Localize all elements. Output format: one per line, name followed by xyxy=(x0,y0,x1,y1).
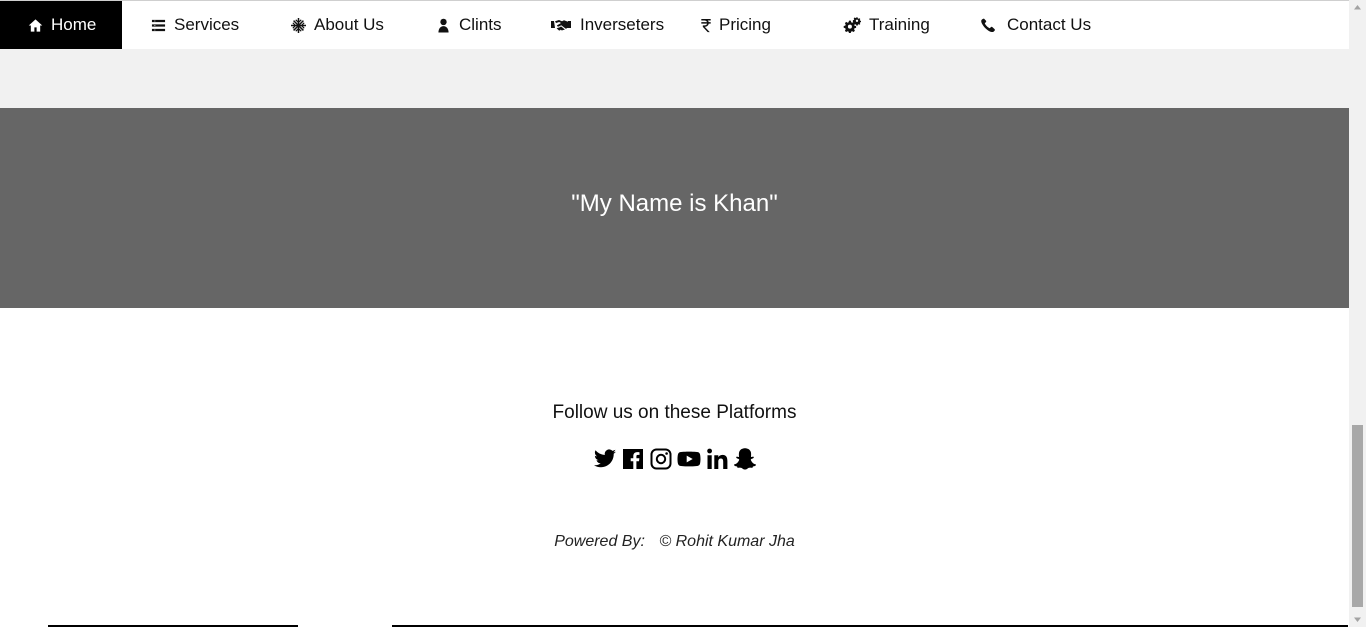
nav-item-contact-us[interactable]: Contact Us xyxy=(981,1,1121,49)
snowflake-icon xyxy=(290,17,306,33)
scrollbar-thumb[interactable] xyxy=(1352,425,1363,607)
snapchat-icon[interactable] xyxy=(732,446,758,472)
nav-item-label: Training xyxy=(869,15,930,34)
home-icon xyxy=(28,17,43,33)
nav-item-label: About Us xyxy=(314,15,384,34)
nav-item-label: Pricing xyxy=(719,15,771,34)
follow-heading: Follow us on these Platforms xyxy=(552,402,797,423)
handshake-icon xyxy=(551,17,571,33)
linkedin-icon[interactable] xyxy=(704,446,730,472)
nav-item-pricing[interactable]: Pricing xyxy=(687,1,809,49)
scroll-up-arrow-icon[interactable] xyxy=(1353,3,1362,12)
phone-icon xyxy=(981,17,995,33)
instagram-icon[interactable] xyxy=(648,446,674,472)
author-credit: © Rohit Kumar Jha xyxy=(659,533,795,550)
youtube-icon[interactable] xyxy=(676,446,702,472)
nav-item-label: Contact Us xyxy=(1007,15,1092,34)
spacer-band xyxy=(0,49,1349,108)
user-icon xyxy=(435,17,451,33)
social-links xyxy=(0,446,1349,472)
scroll-down-arrow-icon[interactable] xyxy=(1353,615,1362,624)
quote-text: "My Name is Khan" xyxy=(571,190,778,217)
page: Home Services About Us Clints Inverseter… xyxy=(0,0,1349,627)
rupee-icon xyxy=(701,17,711,33)
facebook-icon[interactable] xyxy=(620,446,646,472)
nav-item-home[interactable]: Home xyxy=(0,1,122,49)
nav-item-clints[interactable]: Clints xyxy=(407,1,523,49)
powered-by-label: Powered By: xyxy=(554,533,645,550)
nav-item-label: Clints xyxy=(459,15,502,34)
nav-item-label: Home xyxy=(51,15,97,34)
nav-item-label: Inverseters xyxy=(580,15,665,34)
list-icon xyxy=(150,17,166,33)
quote-banner: "My Name is Khan" xyxy=(0,108,1349,308)
nav-item-training[interactable]: Training xyxy=(809,1,981,49)
vertical-scrollbar[interactable] xyxy=(1349,0,1366,627)
nav-item-services[interactable]: Services xyxy=(122,1,262,49)
footer-credit: Powered By: © Rohit Kumar Jha xyxy=(0,533,1349,551)
top-navbar: Home Services About Us Clints Inverseter… xyxy=(0,0,1349,49)
twitter-icon[interactable] xyxy=(592,446,618,472)
nav-item-about-us[interactable]: About Us xyxy=(262,1,407,49)
gears-icon xyxy=(843,17,861,33)
nav-item-label: Services xyxy=(174,15,240,34)
nav-item-inverseters[interactable]: Inverseters xyxy=(523,1,687,49)
